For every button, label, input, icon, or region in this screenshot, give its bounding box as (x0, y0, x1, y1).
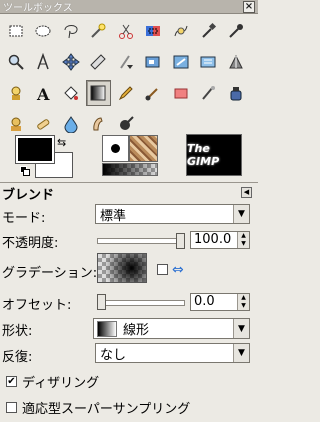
dither-row: ✔ ディザリング (6, 372, 99, 391)
repeat-label: 反復: (2, 350, 33, 365)
color-select-icon[interactable] (141, 18, 166, 44)
blend-icon[interactable] (85, 80, 111, 106)
color-area: ⇆ (14, 135, 74, 180)
smudge-icon[interactable] (86, 111, 111, 137)
mode-select[interactable]: 標準 ▼ (95, 204, 250, 224)
opacity-slider-handle[interactable] (176, 233, 185, 249)
chevron-down-icon: ▼ (233, 319, 249, 338)
panel-menu-icon[interactable]: ◀ (241, 187, 252, 198)
opacity-value: 100.0 (194, 232, 232, 247)
flip-icon[interactable] (223, 49, 248, 75)
text-icon[interactable]: A (31, 80, 56, 106)
opacity-label: 不透明度: (2, 236, 59, 251)
fuzzy-select-icon[interactable] (86, 18, 111, 44)
offset-value: 0.0 (194, 294, 215, 309)
tool-grid: A (2, 17, 256, 139)
offset-slider[interactable] (97, 300, 185, 306)
linear-shape-icon (97, 320, 117, 337)
rotate-icon[interactable] (113, 49, 138, 75)
spin-buttons[interactable]: ▲ ▼ (237, 294, 249, 310)
bucket-fill-icon[interactable] (58, 80, 83, 106)
move-icon[interactable] (58, 49, 83, 75)
dodge-burn-icon[interactable] (113, 111, 138, 137)
pattern-preview[interactable] (129, 135, 158, 162)
swap-colors-icon[interactable]: ⇆ (57, 136, 66, 149)
paths-icon[interactable] (168, 18, 193, 44)
shape-select[interactable]: 線形 ▼ (93, 318, 250, 339)
airbrush-icon[interactable] (196, 80, 221, 106)
pencil-icon[interactable] (113, 80, 138, 106)
measure-icon[interactable] (3, 80, 28, 106)
perspective-icon[interactable] (196, 49, 221, 75)
adaptive-supersampling-checkbox[interactable] (6, 402, 17, 413)
svg-text:A: A (36, 85, 50, 102)
mode-label: モード: (2, 211, 46, 226)
repeat-value: なし (100, 347, 127, 363)
crop-icon[interactable] (86, 49, 111, 75)
window-title: ツールボックス (3, 3, 73, 14)
shape-value: 線形 (123, 323, 150, 338)
gradient-label: グラデーション: (2, 266, 98, 281)
repeat-select[interactable]: なし ▼ (95, 343, 250, 363)
default-colors-icon[interactable] (20, 166, 30, 176)
brush-pattern-gradient-area (102, 135, 158, 177)
eyedropper-icon[interactable] (223, 18, 248, 44)
mode-value: 標準 (100, 208, 127, 224)
convolve-icon[interactable] (58, 111, 83, 137)
gradient-preview[interactable] (97, 253, 147, 283)
reverse-icon: ⇔ (172, 262, 184, 278)
dither-label: ディザリング (22, 376, 100, 391)
opacity-spinbox[interactable]: 100.0 ▲ ▼ (190, 231, 250, 249)
clone-icon[interactable] (3, 111, 28, 137)
heal-icon[interactable] (31, 111, 56, 137)
chevron-down-icon: ▼ (233, 344, 249, 362)
divider (0, 182, 258, 183)
adaptive-row: 適応型スーパーサンプリング (6, 398, 190, 417)
dither-checkbox[interactable]: ✔ (6, 376, 17, 387)
scissors-icon[interactable] (113, 18, 138, 44)
title-bar: ツールボックス × (0, 0, 258, 14)
offset-spinbox[interactable]: 0.0 ▲ ▼ (190, 293, 250, 311)
ellipse-select-icon[interactable] (31, 18, 56, 44)
opacity-slider[interactable] (97, 238, 185, 244)
reverse-gradient-checkbox[interactable] (157, 264, 168, 275)
shape-label: 形状: (2, 324, 33, 339)
close-button[interactable]: × (243, 0, 255, 13)
scale-icon[interactable] (141, 49, 166, 75)
active-image-thumbnail[interactable]: The GIMP (186, 134, 242, 176)
text-tool-icon[interactable] (31, 49, 56, 75)
color-picker-icon[interactable] (196, 18, 221, 44)
lasso-icon[interactable] (58, 18, 83, 44)
magnify-icon[interactable] (3, 49, 28, 75)
foreground-color-swatch[interactable] (15, 135, 55, 164)
ink-icon[interactable] (223, 80, 248, 106)
eraser-icon[interactable] (168, 80, 193, 106)
chevron-down-icon: ▼ (233, 205, 249, 223)
options-title: ブレンド (2, 188, 55, 203)
shear-icon[interactable] (168, 49, 193, 75)
gradient-strip-preview[interactable] (102, 163, 158, 176)
offset-label: オフセット: (2, 298, 72, 313)
offset-slider-handle[interactable] (97, 294, 106, 310)
paintbrush-icon[interactable] (141, 80, 166, 106)
spin-buttons[interactable]: ▲ ▼ (237, 232, 249, 248)
brush-preview[interactable] (102, 135, 129, 162)
rect-select-icon[interactable] (3, 18, 28, 44)
adaptive-label: 適応型スーパーサンプリング (22, 402, 191, 417)
